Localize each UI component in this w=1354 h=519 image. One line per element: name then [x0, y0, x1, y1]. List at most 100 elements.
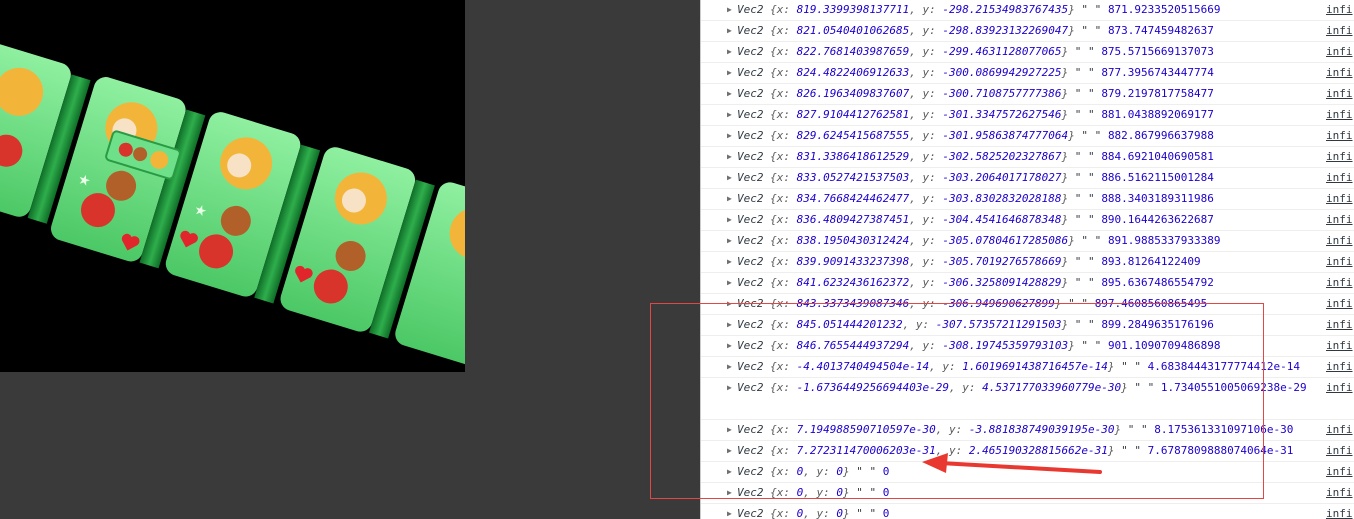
x-key: x: [776, 150, 797, 163]
console-row: ▶ Vec2 {x: 821.0540401062685, y: -298.839… [701, 21, 1354, 42]
magnitude-value: 4.68384443177774412e-14 [1147, 360, 1300, 373]
object-open-brace: { [770, 87, 777, 100]
expand-triangle-icon[interactable]: ▶ [727, 63, 732, 83]
object-open-brace: { [770, 423, 777, 436]
object-open-brace: { [770, 213, 777, 226]
magnitude-value: 886.5162115001284 [1101, 171, 1214, 184]
object-close-brace: } [843, 465, 850, 478]
expand-triangle-icon[interactable]: ▶ [727, 231, 732, 251]
magnitude-value: 877.3956743447774 [1101, 66, 1214, 79]
expand-triangle-icon[interactable]: ▶ [727, 420, 732, 440]
expand-triangle-icon[interactable]: ▶ [727, 378, 732, 398]
source-link[interactable]: infi [1326, 105, 1354, 125]
source-link[interactable]: infi [1326, 42, 1354, 62]
console-entry: Vec2 {x: 839.9091433237398, y: -305.7019… [737, 252, 1201, 272]
expand-triangle-icon[interactable]: ▶ [727, 105, 732, 125]
source-link[interactable]: infi [1326, 336, 1354, 356]
expand-triangle-icon[interactable]: ▶ [727, 315, 732, 335]
separator: , [909, 297, 923, 310]
expand-triangle-icon[interactable]: ▶ [727, 0, 732, 20]
object-open-brace: { [770, 129, 777, 142]
separator: , [803, 486, 817, 499]
quote-pair: " " [849, 507, 883, 519]
expand-triangle-icon[interactable]: ▶ [727, 504, 732, 519]
expand-triangle-icon[interactable]: ▶ [727, 147, 732, 167]
source-link[interactable]: infi [1326, 504, 1354, 519]
x-value: 845.051444201232 [796, 318, 903, 331]
expand-triangle-icon[interactable]: ▶ [727, 21, 732, 41]
source-link[interactable]: infi [1326, 168, 1354, 188]
vec2-class-name: Vec2 [737, 423, 764, 436]
expand-triangle-icon[interactable]: ▶ [727, 483, 732, 503]
source-link[interactable]: infi [1326, 441, 1354, 461]
magnitude-value: 891.9885337933389 [1107, 234, 1221, 247]
expand-triangle-icon[interactable]: ▶ [727, 42, 732, 62]
object-open-brace: { [770, 276, 777, 289]
source-link[interactable]: infi [1326, 147, 1354, 167]
expand-triangle-icon[interactable]: ▶ [727, 210, 732, 230]
console-entry: Vec2 {x: 829.6245415687555, y: -301.9586… [737, 126, 1214, 146]
quote-pair: " " [1068, 66, 1102, 79]
source-link[interactable]: infi [1326, 126, 1354, 146]
source-link[interactable]: infi [1326, 420, 1354, 440]
quote-pair: " " [1068, 318, 1102, 331]
source-link[interactable]: infi [1326, 63, 1354, 83]
x-key: x: [776, 297, 797, 310]
source-link[interactable]: infi [1326, 0, 1354, 20]
console-log-panel[interactable]: ▶ Vec2 {x: 819.3399398137711, y: -298.215… [700, 0, 1354, 519]
separator: , [929, 360, 943, 373]
quote-pair: " " [849, 486, 883, 499]
source-link[interactable]: infi [1326, 189, 1354, 209]
x-key: x: [776, 45, 797, 58]
y-key: y: [922, 255, 943, 268]
source-link[interactable]: infi [1326, 84, 1354, 104]
magnitude-value: 901.1090709486898 [1107, 339, 1221, 352]
expand-triangle-icon[interactable]: ▶ [727, 273, 732, 293]
x-value: 846.7655444937294 [796, 339, 910, 352]
magnitude-value: 873.747459482637 [1107, 24, 1214, 37]
y-key: y: [922, 171, 943, 184]
expand-triangle-icon[interactable]: ▶ [727, 84, 732, 104]
quote-pair: " " [1068, 45, 1102, 58]
source-link[interactable]: infi [1326, 315, 1354, 335]
separator: , [935, 444, 949, 457]
source-link[interactable]: infi [1326, 273, 1354, 293]
source-link[interactable]: infi [1326, 252, 1354, 272]
game-canvas[interactable]: ★ ★ [0, 0, 465, 372]
expand-triangle-icon[interactable]: ▶ [727, 336, 732, 356]
expand-triangle-icon[interactable]: ▶ [727, 126, 732, 146]
quote-pair: " " [1068, 150, 1102, 163]
magnitude-value: 0 [882, 486, 890, 499]
console-row: ▶ Vec2 {x: 846.7655444937294, y: -308.197… [701, 336, 1354, 357]
source-link[interactable]: infi [1326, 294, 1354, 314]
expand-triangle-icon[interactable]: ▶ [727, 189, 732, 209]
separator: , [803, 507, 817, 519]
object-open-brace: { [770, 66, 777, 79]
expand-triangle-icon[interactable]: ▶ [727, 462, 732, 482]
console-entry: Vec2 {x: 0, y: 0} " " 0 [737, 504, 889, 519]
y-key: y: [948, 444, 969, 457]
source-link[interactable]: infi [1326, 357, 1354, 377]
source-link[interactable]: infi [1326, 462, 1354, 482]
source-link[interactable]: infi [1326, 210, 1354, 230]
source-link[interactable]: infi [1326, 231, 1354, 251]
expand-triangle-icon[interactable]: ▶ [727, 168, 732, 188]
quote-pair: " " [849, 465, 883, 478]
expand-triangle-icon[interactable]: ▶ [727, 294, 732, 314]
source-link[interactable]: infi [1326, 21, 1354, 41]
expand-triangle-icon[interactable]: ▶ [727, 441, 732, 461]
y-value: 0 [836, 465, 843, 478]
console-row: ▶ Vec2 {x: 845.051444201232, y: -307.5735… [701, 315, 1354, 336]
source-link[interactable]: infi [1326, 483, 1354, 503]
y-value: -298.83923132269047 [942, 24, 1069, 37]
console-row: ▶ Vec2 {x: 829.6245415687555, y: -301.958… [701, 126, 1354, 147]
quote-pair: " " [1068, 87, 1102, 100]
vec2-class-name: Vec2 [737, 360, 764, 373]
expand-triangle-icon[interactable]: ▶ [727, 252, 732, 272]
vec2-class-name: Vec2 [737, 444, 764, 457]
console-row: ▶ Vec2 {x: 0, y: 0} " " 0 infi [701, 504, 1354, 519]
separator: , [803, 465, 817, 478]
x-value: 7.194988590710597e-30 [796, 423, 936, 436]
expand-triangle-icon[interactable]: ▶ [727, 357, 732, 377]
source-link[interactable]: infi [1326, 378, 1354, 398]
